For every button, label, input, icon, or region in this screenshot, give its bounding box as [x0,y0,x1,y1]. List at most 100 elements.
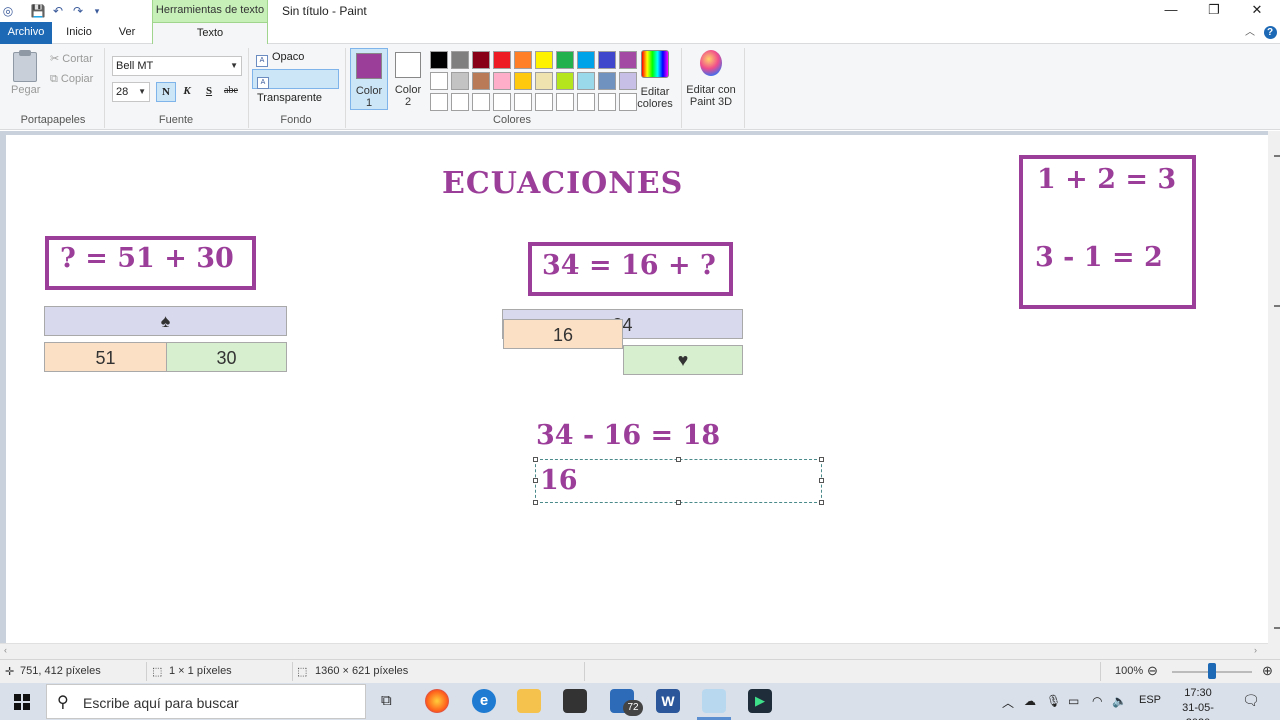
palette-color-swatch[interactable] [577,51,595,69]
font-family-select[interactable]: Bell MT ▼ [112,56,242,76]
underline-button[interactable]: S [199,82,219,102]
clock[interactable]: 17:30 31-05-2020 [1172,686,1224,720]
quick-access-dropdown-icon[interactable]: ▾ [89,3,105,19]
resize-handle[interactable] [819,500,824,505]
zoom-in-icon[interactable]: ⊕ [1262,663,1273,679]
palette-color-swatch[interactable] [430,93,448,111]
horizontal-scrollbar[interactable]: ‹ › [0,643,1268,659]
color2-button[interactable]: Color 2 [389,48,427,110]
separator [744,48,745,128]
resize-handle[interactable] [533,457,538,462]
volume-icon[interactable]: 🔈 [1112,694,1127,708]
file-explorer-icon[interactable] [517,689,541,713]
palette-color-swatch[interactable] [472,93,490,111]
scroll-left-icon[interactable]: ‹ [4,645,7,655]
palette-color-swatch[interactable] [577,72,595,90]
palette-color-swatch[interactable] [451,93,469,111]
resize-handle[interactable] [819,457,824,462]
transparent-button[interactable]: A Transparente [252,69,339,104]
resize-handle[interactable] [676,457,681,462]
transparent-label: Transparente [257,92,323,104]
italic-button[interactable]: K [177,82,197,102]
palette-color-swatch[interactable] [598,51,616,69]
palette-color-swatch[interactable] [514,93,532,111]
color1-button[interactable]: Color 1 [350,48,388,110]
zoom-slider-thumb[interactable] [1208,663,1216,679]
palette-color-swatch[interactable] [556,51,574,69]
palette-color-swatch[interactable] [535,51,553,69]
recorder-icon[interactable]: ▶ [748,689,772,713]
bold-button[interactable]: N [156,82,176,102]
store-icon[interactable] [563,689,587,713]
tab-ver[interactable]: Ver [106,22,148,44]
palette-color-swatch[interactable] [430,72,448,90]
font-size-select[interactable]: 28 ▼ [112,82,150,102]
word-icon[interactable]: W [656,689,680,713]
battery-icon[interactable]: ▭ [1068,694,1079,708]
palette-color-swatch[interactable] [514,51,532,69]
strikethrough-button[interactable]: abe [221,82,241,102]
onedrive-icon[interactable]: ☁ [1024,694,1036,708]
task-view-icon[interactable]: ⧉ [381,692,392,709]
help-icon[interactable]: ? [1262,22,1278,44]
redo-icon[interactable]: ↷ [70,3,86,19]
vertical-scrollbar[interactable] [1268,131,1280,659]
opaque-button[interactable]: A Opaco [252,48,338,68]
palette-color-swatch[interactable] [577,93,595,111]
restore-button[interactable]: ❐ [1191,0,1237,22]
paste-button[interactable]: Pegar [11,84,40,96]
palette-color-swatch[interactable] [430,51,448,69]
minimize-button[interactable]: — [1148,0,1194,22]
palette-color-swatch[interactable] [556,93,574,111]
close-button[interactable]: ✕ [1234,0,1280,22]
resize-handle[interactable] [676,500,681,505]
palette-color-swatch[interactable] [556,72,574,90]
palette-color-swatch[interactable] [619,51,637,69]
palette-color-swatch[interactable] [493,93,511,111]
tab-inicio[interactable]: Inicio [56,22,102,44]
windows-start-icon[interactable] [14,694,30,710]
palette-color-swatch[interactable] [535,72,553,90]
selection-size: 1 × 1 píxeles [169,665,232,677]
wifi-icon[interactable]: ◠ [1092,694,1102,708]
tab-archivo[interactable]: Archivo [0,22,52,44]
microphone-icon[interactable]: 🎙 [1046,694,1061,708]
edit-paint3d-button[interactable]: Editar con Paint 3D [684,50,738,108]
palette-color-swatch[interactable] [493,72,511,90]
notifications-icon[interactable]: 🗨 [1242,692,1260,709]
save-icon[interactable]: 💾 [30,3,46,19]
resize-handle[interactable] [533,478,538,483]
edit-colors-button[interactable]: Editar colores [636,50,674,110]
language-indicator[interactable]: ESP [1139,694,1161,706]
palette-color-swatch[interactable] [598,72,616,90]
cut-button[interactable]: ✂ Cortar [50,52,93,65]
zoom-out-icon[interactable]: ⊖ [1147,663,1158,679]
palette-color-swatch[interactable] [493,51,511,69]
group-label-colors: Colores [493,114,531,126]
palette-color-swatch[interactable] [619,93,637,111]
palette-color-swatch[interactable] [472,51,490,69]
palette-color-swatch[interactable] [451,72,469,90]
text-selection-box[interactable] [533,457,824,505]
palette-color-swatch[interactable] [472,72,490,90]
palette-color-swatch[interactable] [514,72,532,90]
collapse-ribbon-icon[interactable]: ︿ [1242,22,1258,44]
palette-color-swatch[interactable] [535,93,553,111]
taskbar-search[interactable]: ⚲ Escribe aquí para buscar [46,684,366,719]
tab-texto[interactable]: Texto [152,22,268,45]
paste-icon[interactable] [10,50,40,84]
palette-color-swatch[interactable] [619,72,637,90]
copy-button[interactable]: ⧉ Copiar [50,73,93,86]
paint-taskbar-icon[interactable] [702,689,726,713]
firefox-icon[interactable] [425,689,449,713]
show-hidden-icons[interactable]: ︿ [1002,694,1014,711]
resize-handle[interactable] [533,500,538,505]
undo-icon[interactable]: ↶ [50,3,66,19]
palette-color-swatch[interactable] [451,51,469,69]
scroll-right-icon[interactable]: › [1254,645,1257,655]
taskbar: ⚲ Escribe aquí para buscar ⧉ e 72 W ▶ ︿ … [0,683,1280,720]
edge-icon[interactable]: e [472,689,496,713]
resize-handle[interactable] [819,478,824,483]
text-box-content[interactable]: 16 [540,465,578,496]
palette-color-swatch[interactable] [598,93,616,111]
